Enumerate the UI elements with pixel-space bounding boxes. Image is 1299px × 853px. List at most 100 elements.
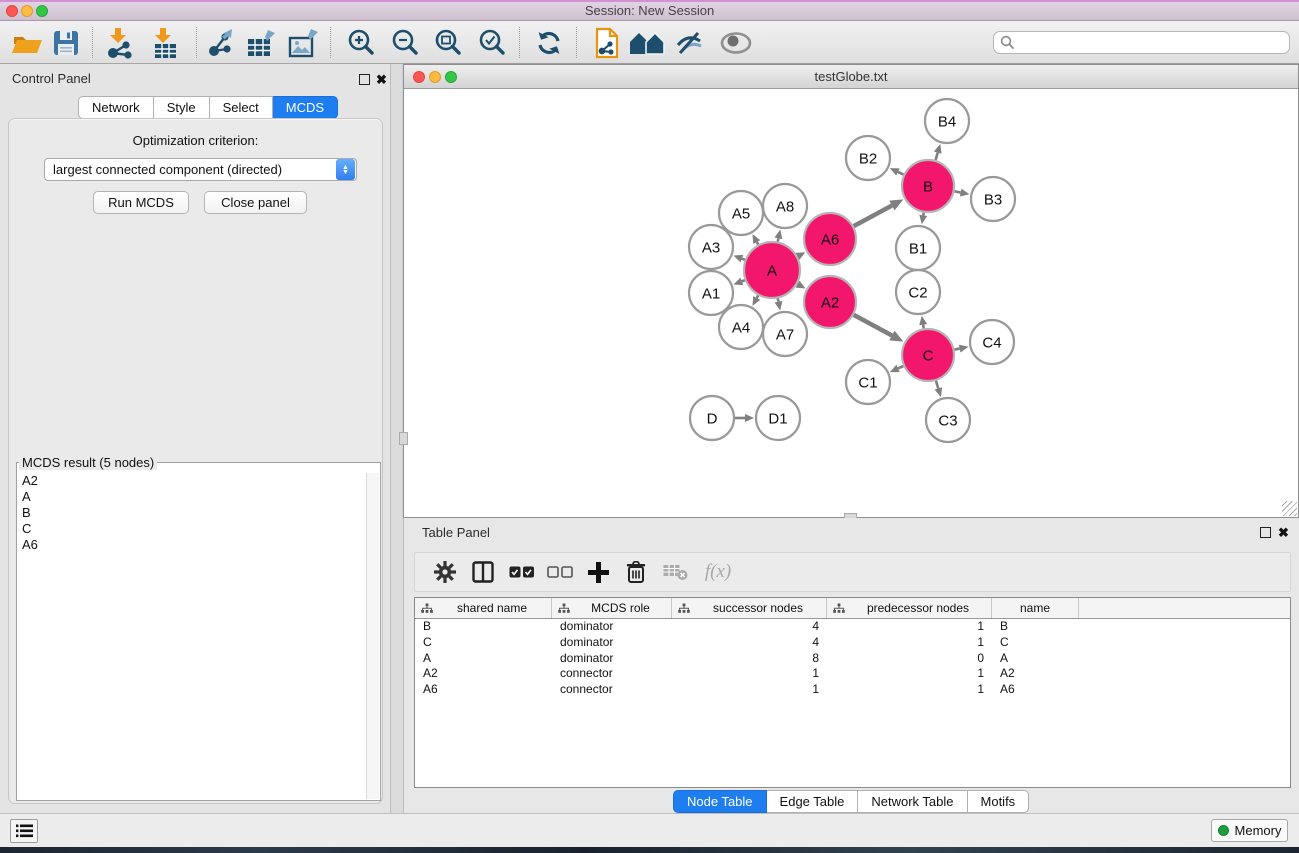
mcds-result-item[interactable]: A bbox=[18, 489, 366, 505]
edge-A2-C[interactable] bbox=[854, 315, 892, 336]
table-settings-button[interactable] bbox=[428, 553, 462, 591]
apply-function-button[interactable]: f(x) bbox=[696, 553, 740, 591]
tab-select[interactable]: Select bbox=[210, 96, 273, 119]
edge-A6-B[interactable] bbox=[854, 206, 892, 227]
tab-motifs[interactable]: Motifs bbox=[968, 790, 1030, 813]
edge-C-C4[interactable] bbox=[954, 349, 959, 350]
network-graph[interactable]: AA1A3 A4 A5 A7 A8A6 A2 B B1 B2 B3B4 C C1 C2 C3C4 D D1 bbox=[404, 89, 1298, 517]
mcds-result-item[interactable]: B bbox=[18, 505, 366, 521]
node-B1[interactable]: B1 bbox=[896, 226, 940, 270]
close-panel-button[interactable]: Close panel bbox=[204, 191, 307, 214]
table-row[interactable]: Adominator80A bbox=[415, 651, 1290, 667]
edge-B-B2[interactable] bbox=[898, 172, 904, 175]
tab-mcds[interactable]: MCDS bbox=[273, 96, 338, 119]
tab-network-table[interactable]: Network Table bbox=[858, 790, 967, 813]
column-header-successor-nodes[interactable]: successor nodes bbox=[672, 598, 827, 618]
float-panel-icon[interactable] bbox=[359, 74, 370, 85]
column-header-name[interactable]: name bbox=[992, 598, 1079, 618]
float-table-panel-icon[interactable] bbox=[1260, 527, 1271, 538]
column-header-shared-name[interactable]: shared name bbox=[415, 598, 552, 618]
network-window-titlebar[interactable]: testGlobe.txt bbox=[404, 65, 1298, 89]
select-all-button[interactable] bbox=[505, 553, 539, 591]
delete-column-button[interactable] bbox=[619, 553, 653, 591]
node-B3[interactable]: B3 bbox=[971, 177, 1015, 221]
edge-A-A4[interactable] bbox=[757, 295, 758, 298]
node-C3[interactable]: C3 bbox=[926, 398, 970, 442]
node-label: B2 bbox=[859, 150, 877, 167]
export-image-button[interactable] bbox=[285, 26, 323, 60]
open-session-button[interactable] bbox=[8, 26, 46, 60]
edge-A-A5[interactable] bbox=[757, 242, 758, 245]
node-C[interactable]: C bbox=[902, 329, 954, 381]
deselect-all-button[interactable] bbox=[543, 553, 577, 591]
tab-style[interactable]: Style bbox=[154, 96, 210, 119]
import-table-button[interactable] bbox=[146, 26, 184, 60]
node-B[interactable]: B bbox=[902, 160, 954, 212]
node-D[interactable]: D bbox=[690, 396, 734, 440]
node-C2[interactable]: C2 bbox=[896, 270, 940, 314]
tab-edge-table[interactable]: Edge Table bbox=[767, 790, 859, 813]
memory-button[interactable]: Memory bbox=[1211, 819, 1288, 842]
node-A4[interactable]: A4 bbox=[719, 305, 763, 349]
criterion-dropdown[interactable]: largest connected component (directed) ▲… bbox=[44, 158, 357, 181]
edge-C-C1[interactable] bbox=[898, 366, 903, 368]
task-history-button[interactable] bbox=[10, 819, 38, 843]
node-A2[interactable]: A2 bbox=[804, 276, 856, 328]
column-header-predecessor-nodes[interactable]: predecessor nodes bbox=[827, 598, 992, 618]
mcds-result-item[interactable]: C bbox=[18, 521, 366, 537]
node-A7[interactable]: A7 bbox=[763, 312, 807, 356]
node-D1[interactable]: D1 bbox=[756, 396, 800, 440]
edge-C-C2[interactable] bbox=[923, 325, 924, 329]
node-A3[interactable]: A3 bbox=[689, 225, 733, 269]
node-C4[interactable]: C4 bbox=[970, 320, 1014, 364]
edge-A-A7[interactable] bbox=[778, 298, 779, 301]
delete-table-button[interactable] bbox=[658, 553, 692, 591]
run-mcds-button[interactable]: Run MCDS bbox=[93, 191, 189, 214]
column-header-MCDS-role[interactable]: MCDS role bbox=[552, 598, 672, 618]
table-row[interactable]: Cdominator41C bbox=[415, 635, 1290, 651]
edge-A-A1[interactable] bbox=[742, 280, 745, 281]
left-edge-handle[interactable] bbox=[399, 432, 408, 445]
search-input[interactable] bbox=[1015, 36, 1289, 50]
close-table-panel-icon[interactable]: ✖ bbox=[1278, 526, 1289, 539]
zoom-fit-button[interactable] bbox=[429, 26, 467, 60]
save-session-button[interactable] bbox=[47, 26, 85, 60]
export-table-button[interactable] bbox=[243, 26, 281, 60]
tab-network[interactable]: Network bbox=[78, 96, 154, 119]
table-row[interactable]: A2connector11A2 bbox=[415, 666, 1290, 682]
edge-B-B4[interactable] bbox=[936, 153, 938, 160]
node-A8[interactable]: A8 bbox=[763, 184, 807, 228]
add-column-button[interactable] bbox=[581, 553, 615, 591]
edge-A-A8[interactable] bbox=[778, 238, 779, 241]
import-network-button[interactable] bbox=[101, 26, 139, 60]
edge-A-A3[interactable] bbox=[742, 259, 745, 260]
table-row[interactable]: Bdominator41B bbox=[415, 619, 1290, 635]
close-panel-icon[interactable]: ✖ bbox=[376, 73, 387, 86]
node-C1[interactable]: C1 bbox=[846, 360, 890, 404]
zoom-out-button[interactable] bbox=[386, 26, 424, 60]
show-columns-button[interactable] bbox=[466, 553, 500, 591]
mcds-list-scrollbar[interactable] bbox=[366, 473, 379, 799]
zoom-in-button[interactable] bbox=[342, 26, 380, 60]
houses-button[interactable] bbox=[629, 26, 667, 60]
tab-node-table[interactable]: Node Table bbox=[673, 790, 767, 813]
zoom-selected-button[interactable] bbox=[473, 26, 511, 60]
mcds-result-item[interactable]: A2 bbox=[18, 473, 366, 489]
node-B2[interactable]: B2 bbox=[846, 136, 890, 180]
table-row[interactable]: A6connector11A6 bbox=[415, 682, 1290, 698]
node-A1[interactable]: A1 bbox=[689, 271, 733, 315]
node-A[interactable]: A bbox=[744, 242, 800, 298]
node-B4[interactable]: B4 bbox=[925, 99, 969, 143]
edge-B-B3[interactable] bbox=[954, 191, 960, 192]
mcds-result-item[interactable]: A6 bbox=[18, 537, 366, 553]
show-details-button[interactable] bbox=[717, 26, 755, 60]
edge-C-C3[interactable] bbox=[936, 381, 938, 389]
resize-grip[interactable] bbox=[1282, 501, 1297, 516]
search-field[interactable] bbox=[993, 31, 1290, 54]
hide-details-button[interactable] bbox=[671, 26, 709, 60]
export-network-button[interactable] bbox=[203, 26, 241, 60]
refresh-button[interactable] bbox=[530, 26, 568, 60]
node-A6[interactable]: A6 bbox=[804, 213, 856, 265]
clone-network-button[interactable] bbox=[588, 26, 626, 60]
node-A5[interactable]: A5 bbox=[719, 191, 763, 235]
